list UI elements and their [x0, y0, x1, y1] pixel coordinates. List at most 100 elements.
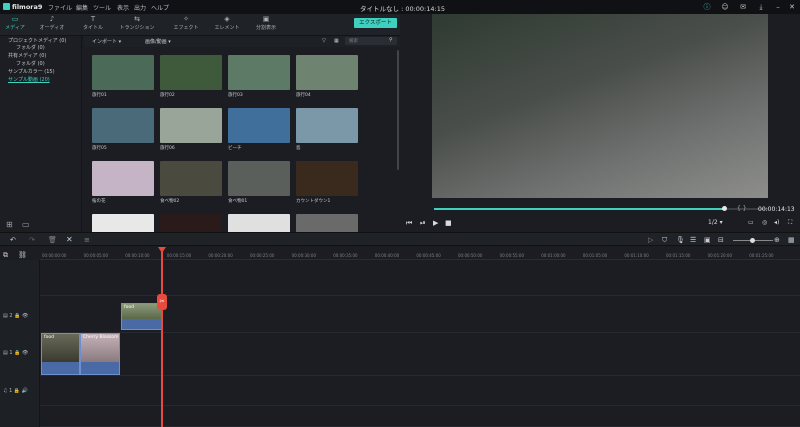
grid-view-icon[interactable]: ▦	[334, 38, 339, 44]
transition-icon: ⇆	[134, 15, 140, 23]
menu-help[interactable]: ヘルプ	[151, 3, 169, 12]
zoom-slider-knob[interactable]	[750, 238, 755, 243]
track-label-audio-1: ♫ 1 🔒 🔊	[3, 388, 28, 394]
media-thumbnail[interactable]	[92, 161, 154, 196]
delete-icon[interactable]: 🗑	[48, 236, 57, 244]
import-dropdown[interactable]: インポート ▾	[92, 38, 121, 45]
link-icon[interactable]: ⛓	[18, 251, 27, 259]
tab-split-screen[interactable]: ▣ 分割表示	[245, 15, 287, 31]
media-thumbnail[interactable]	[228, 161, 290, 196]
speaker-icon[interactable]: 🔊	[22, 388, 28, 394]
view-dropdown[interactable]: 画像/動画 ▾	[145, 38, 171, 45]
undo-icon[interactable]: ↶	[10, 236, 16, 244]
stop-icon[interactable]: ■	[445, 219, 452, 227]
play-pause-icon[interactable]: ⏯	[420, 219, 426, 228]
redo-icon[interactable]: ↷	[29, 236, 35, 244]
window-title: タイトルなし : 00:00:14:15	[360, 5, 445, 13]
timeline-ruler[interactable]: 00:00:00:00 00:00:05:00 00:00:10:00 00:00:1…	[40, 247, 800, 260]
export-button[interactable]: エクスポート	[354, 18, 397, 28]
media-thumbnail[interactable]	[296, 108, 358, 143]
tree-sample-videos[interactable]: サンプル動画 (20)	[8, 76, 50, 83]
media-thumbnail[interactable]	[92, 55, 154, 90]
media-thumbnail[interactable]	[92, 214, 154, 232]
ruler-tick: 00:00:10:00	[125, 253, 150, 258]
tree-folder-2[interactable]: フォルダ (0)	[16, 60, 45, 67]
tree-project-media[interactable]: プロジェクトメディア (0)	[8, 37, 66, 44]
tab-titles[interactable]: T タイトル	[72, 15, 114, 31]
tree-sample-colors[interactable]: サンプルカラー (15)	[8, 68, 55, 75]
ruler-tick: 00:00:50:00	[458, 253, 483, 258]
account-icon[interactable]: ☺	[720, 2, 730, 12]
monitor-icon[interactable]: ▭	[748, 219, 754, 226]
media-thumbnail[interactable]	[160, 55, 222, 90]
tab-media-label: メディア	[5, 25, 25, 31]
mic-icon[interactable]: 🎙	[676, 236, 685, 244]
progress-scrubber[interactable]	[722, 206, 727, 211]
zoom-in-icon[interactable]: ⊕	[774, 236, 780, 244]
menu-file[interactable]: ファイル	[48, 3, 72, 12]
snapshot-icon[interactable]: ◎	[762, 219, 767, 226]
eye-icon[interactable]: 👁	[22, 350, 28, 356]
tab-audio[interactable]: ♪ オーディオ	[31, 15, 73, 31]
media-thumbnail[interactable]	[296, 161, 358, 196]
playhead[interactable]	[161, 247, 163, 427]
adjust-icon[interactable]: ≡	[84, 236, 90, 244]
folder-open-icon[interactable]: ▭	[22, 220, 30, 229]
eye-icon[interactable]: 👁	[22, 313, 28, 319]
fit-icon[interactable]: ▦	[788, 236, 795, 244]
tab-transitions[interactable]: ⇆ トランジション	[116, 15, 158, 31]
info-icon[interactable]: ⓘ	[702, 2, 712, 12]
lock-icon[interactable]: 🔒	[14, 388, 20, 394]
close-icon[interactable]: ✕	[787, 2, 797, 12]
cut-icon[interactable]: ✕	[66, 235, 73, 244]
track-label-video-2: ▤ 2 🔒 👁	[3, 313, 29, 319]
filter-icon[interactable]: ▽	[322, 38, 326, 44]
minimize-icon[interactable]: –	[773, 2, 783, 12]
marker-icon[interactable]: ⛉	[662, 236, 667, 245]
clip-food-track2[interactable]: food	[121, 303, 162, 330]
tree-folder[interactable]: フォルダ (0)	[16, 44, 45, 51]
lock-icon[interactable]: 🔒	[14, 350, 20, 356]
menu-edit[interactable]: 編集	[76, 3, 88, 12]
clip-cherry-blossom[interactable]: Cherry Blossom	[80, 333, 120, 375]
tab-effects[interactable]: ✧ エフェクト	[165, 15, 207, 31]
media-thumbnail-label: 旅行02	[160, 93, 175, 98]
volume-icon[interactable]: ◂)	[774, 219, 779, 226]
download-icon[interactable]: ⤓	[756, 2, 766, 12]
mark-in-out-icon[interactable]: { }	[737, 205, 747, 212]
subtitle-icon[interactable]: ▣	[704, 236, 711, 244]
snap-icon[interactable]: ⊟	[718, 236, 724, 244]
library-scrollbar[interactable]	[397, 50, 399, 170]
media-thumbnail[interactable]	[160, 108, 222, 143]
mixer-icon[interactable]: ☰	[690, 236, 696, 244]
clip-label: food	[124, 305, 134, 310]
media-thumbnail[interactable]	[92, 108, 154, 143]
media-grid: 旅行01 旅行02 旅行03 旅行04 旅行05 旅行06 ビーチ 島桜の花 食べ物02 食べ物0…	[84, 48, 397, 232]
media-thumbnail[interactable]	[228, 108, 290, 143]
media-thumbnail[interactable]	[160, 214, 222, 232]
prev-frame-icon[interactable]: ⏮	[406, 219, 412, 228]
clip-food-track1[interactable]: food	[41, 333, 80, 375]
tree-shared-media[interactable]: 共有メディア (0)	[8, 52, 46, 59]
lock-icon[interactable]: 🔒	[14, 313, 20, 319]
quality-dropdown[interactable]: 1/2 ▾	[708, 219, 723, 226]
mail-icon[interactable]: ✉	[738, 2, 748, 12]
play-icon[interactable]: ▶	[433, 219, 438, 227]
media-thumbnail[interactable]	[296, 55, 358, 90]
menu-tools[interactable]: ツール	[93, 3, 111, 12]
media-thumbnail[interactable]	[160, 161, 222, 196]
media-thumbnail[interactable]	[228, 55, 290, 90]
clip-label: food	[44, 335, 54, 340]
media-thumbnail[interactable]	[228, 214, 290, 232]
ruler-tick: 00:00:40:00	[374, 253, 400, 258]
media-thumbnail[interactable]	[296, 214, 358, 232]
add-track-icon[interactable]: ⧉	[3, 251, 8, 260]
fullscreen-icon[interactable]: ⛶	[788, 219, 792, 227]
tab-elements[interactable]: ◈ エレメント	[206, 15, 248, 31]
menu-export[interactable]: 出力	[134, 3, 146, 12]
new-folder-icon[interactable]: ⊞	[6, 220, 13, 229]
split-scissors-icon[interactable]: ✂	[157, 294, 167, 310]
menu-view[interactable]: 表示	[117, 3, 129, 12]
search-icon[interactable]: ⚲	[389, 37, 393, 43]
render-icon[interactable]: ▷	[648, 236, 653, 244]
